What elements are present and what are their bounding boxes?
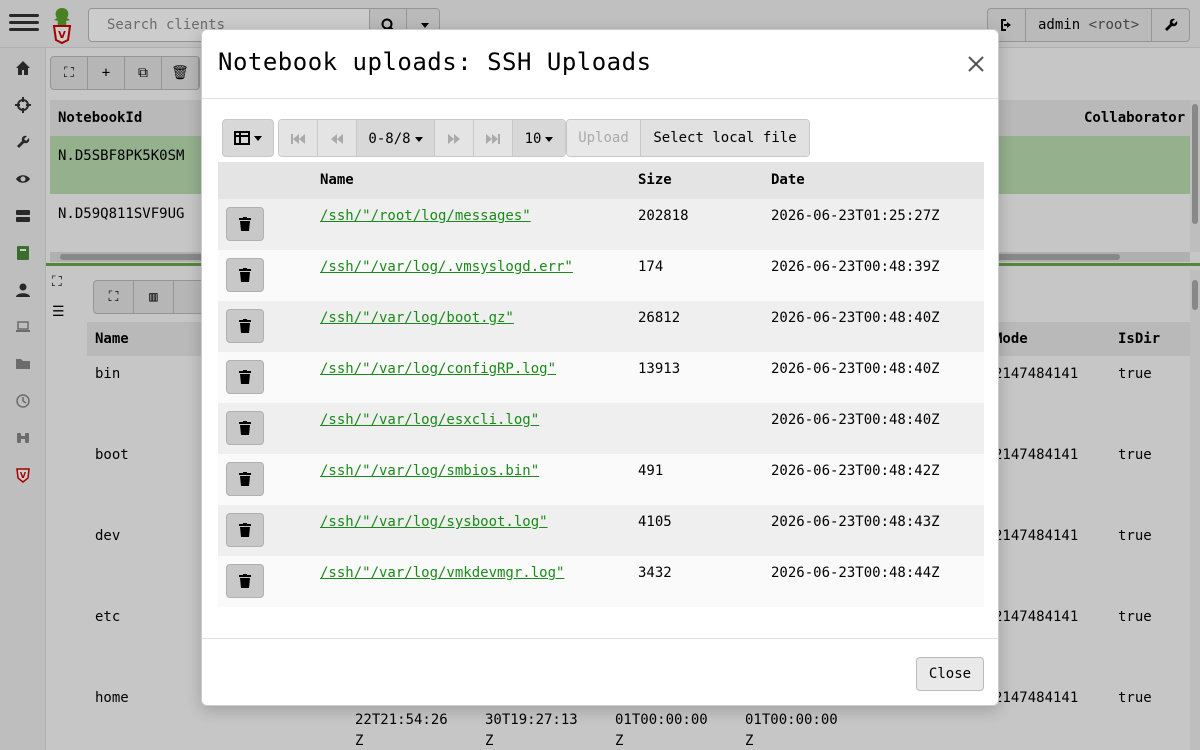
notebook-uploads-dialog: Notebook uploads: SSH Uploads 0-8/8 10 U… xyxy=(201,29,999,706)
select-local-file-button[interactable]: Select local file xyxy=(641,120,809,156)
next-page-button[interactable] xyxy=(435,120,474,156)
last-page-button[interactable] xyxy=(474,120,513,156)
upload-file-date: 2026-06-23T00:48:40Z xyxy=(771,412,940,428)
modal-title: Notebook uploads: SSH Uploads xyxy=(218,48,652,76)
upload-file-date: 2026-06-23T01:25:27Z xyxy=(771,208,940,224)
close-button[interactable]: Close xyxy=(916,657,984,691)
delete-button[interactable] xyxy=(226,564,264,598)
upload-file-link[interactable]: /ssh/"/var/log/boot.gz" xyxy=(320,310,514,326)
delete-button[interactable] xyxy=(226,207,264,241)
page-size-dropdown[interactable]: 10 xyxy=(513,120,565,156)
fast-forward-icon xyxy=(448,134,460,144)
upload-file-size: 13913 xyxy=(638,361,681,377)
upload-file-date: 2026-06-23T00:48:40Z xyxy=(771,361,940,377)
size-column-header[interactable]: Size xyxy=(638,172,672,188)
upload-button[interactable]: Upload xyxy=(567,120,641,156)
upload-group: Upload Select local file xyxy=(566,119,810,157)
delete-button[interactable] xyxy=(226,309,264,343)
table-row: /ssh/"/var/log/vmkdevmgr.log" 3432 2026-06… xyxy=(218,556,984,607)
uploads-table-body: /ssh/"/root/log/messages" 202818 2026-06-2… xyxy=(218,199,984,607)
table-row: /ssh/"/var/log/esxcli.log" 2026-06-23T00:… xyxy=(218,403,984,454)
first-page-button[interactable] xyxy=(279,120,318,156)
upload-file-link[interactable]: /ssh/"/var/log/sysboot.log" xyxy=(320,514,548,530)
trash-icon xyxy=(239,523,251,537)
table-row: /ssh/"/var/log/.vmsyslogd.err" 174 2026-06… xyxy=(218,250,984,301)
trash-icon xyxy=(239,268,251,282)
trash-icon xyxy=(239,574,251,588)
upload-file-link[interactable]: /ssh/"/var/log/esxcli.log" xyxy=(320,412,539,428)
upload-file-link[interactable]: /ssh/"/var/log/.vmsyslogd.err" xyxy=(320,259,573,275)
prev-page-button[interactable] xyxy=(318,120,357,156)
upload-file-link[interactable]: /ssh/"/var/log/vmkdevmgr.log" xyxy=(320,565,564,581)
column-selector-button[interactable] xyxy=(222,119,274,157)
page-range-label: 0-8/8 xyxy=(368,131,411,147)
delete-button[interactable] xyxy=(226,513,264,547)
modal-footer: Close xyxy=(202,638,998,707)
columns-icon xyxy=(234,131,250,145)
modal-body: 0-8/8 10 Upload Select local file Name S… xyxy=(202,100,998,638)
upload-file-date: 2026-06-23T00:48:44Z xyxy=(771,565,940,581)
upload-file-link[interactable]: /ssh/"/var/log/configRP.log" xyxy=(320,361,556,377)
modal-header: Notebook uploads: SSH Uploads xyxy=(202,30,998,99)
upload-file-size: 174 xyxy=(638,259,664,275)
upload-file-size: 3432 xyxy=(638,565,672,581)
page-size-label: 10 xyxy=(524,131,542,147)
trash-icon xyxy=(239,421,251,435)
upload-file-size: 26812 xyxy=(638,310,681,326)
upload-file-link[interactable]: /ssh/"/var/log/smbios.bin" xyxy=(320,463,539,479)
name-column-header[interactable]: Name xyxy=(320,172,354,188)
uploads-table-header: Name Size Date xyxy=(218,162,984,199)
date-column-header[interactable]: Date xyxy=(771,172,805,188)
table-row: /ssh/"/var/log/configRP.log" 13913 2026-06… xyxy=(218,352,984,403)
uploads-table: Name Size Date /ssh/"/root/log/messages"… xyxy=(218,162,984,607)
delete-button[interactable] xyxy=(226,258,264,292)
upload-file-date: 2026-06-23T00:48:43Z xyxy=(771,514,940,530)
upload-file-link[interactable]: /ssh/"/root/log/messages" xyxy=(320,208,531,224)
last-page-icon xyxy=(486,134,500,144)
chevron-down-icon xyxy=(545,136,554,142)
uploads-toolbar: 0-8/8 10 Upload Select local file xyxy=(222,119,810,157)
trash-icon xyxy=(239,472,251,486)
chevron-down-icon xyxy=(414,136,423,142)
trash-icon xyxy=(239,217,251,231)
delete-button[interactable] xyxy=(226,360,264,394)
page-range-dropdown[interactable]: 0-8/8 xyxy=(357,120,435,156)
delete-button[interactable] xyxy=(226,462,264,496)
table-row: /ssh/"/var/log/boot.gz" 26812 2026-06-23T0… xyxy=(218,301,984,352)
upload-file-date: 2026-06-23T00:48:39Z xyxy=(771,259,940,275)
pagination-group: 0-8/8 10 xyxy=(278,119,566,157)
trash-icon xyxy=(239,319,251,333)
rewind-icon xyxy=(331,134,343,144)
upload-file-size: 4105 xyxy=(638,514,672,530)
table-row: /ssh/"/root/log/messages" 202818 2026-06-2… xyxy=(218,199,984,250)
upload-file-date: 2026-06-23T00:48:40Z xyxy=(771,310,940,326)
chevron-down-icon xyxy=(254,135,262,141)
upload-file-size: 491 xyxy=(638,463,664,479)
delete-button[interactable] xyxy=(226,411,264,445)
table-row: /ssh/"/var/log/smbios.bin" 491 2026-06-23T… xyxy=(218,454,984,505)
upload-file-size: 202818 xyxy=(638,208,689,224)
first-page-icon xyxy=(291,134,305,144)
upload-file-date: 2026-06-23T00:48:42Z xyxy=(771,463,940,479)
trash-icon xyxy=(239,370,251,384)
close-icon[interactable] xyxy=(965,53,987,75)
table-row: /ssh/"/var/log/sysboot.log" 4105 2026-06-2… xyxy=(218,505,984,556)
